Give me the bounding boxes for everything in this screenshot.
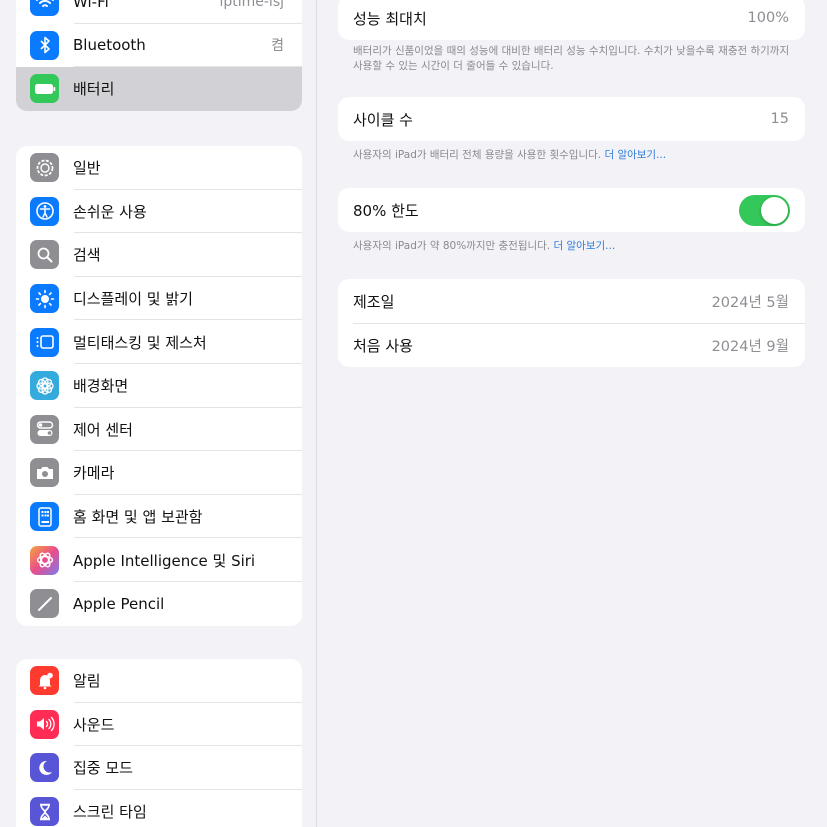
cycle-count-value: 15 [770, 111, 789, 127]
cycle-count-card: 사이클 수 15 [338, 97, 805, 141]
max-capacity-label: 성능 최대치 [353, 9, 427, 28]
sidebar-item-display[interactable]: 디스플레이 및 밝기 [16, 277, 302, 321]
sidebar-item-label: Bluetooth [73, 36, 146, 55]
apple-intelligence-icon [30, 545, 59, 575]
settings-sidebar: Wi-Fi iptime-isj Bluetooth 켬 배터리 일반 손쉬운 … [0, 0, 317, 827]
toggle-knob [761, 196, 788, 224]
cycle-count-row: 사이클 수 15 [338, 97, 805, 141]
connectivity-group: Wi-Fi iptime-isj Bluetooth 켬 배터리 [16, 0, 302, 111]
sidebar-item-label: 카메라 [73, 464, 115, 483]
sidebar-item-label: 디스플레이 및 밝기 [73, 290, 193, 309]
battery-detail-pane: 성능 최대치 100% 배터리가 신품이었을 때의 성능에 대비한 배터리 성능… [318, 0, 827, 827]
sidebar-item-home-screen[interactable]: 홈 화면 및 앱 보관함 [16, 495, 302, 539]
max-capacity-row: 성능 최대치 100% [338, 0, 805, 40]
brightness-icon [30, 284, 59, 314]
sidebar-item-label: 집중 모드 [73, 759, 133, 778]
sidebar-item-label: Apple Intelligence 및 Siri [73, 551, 256, 570]
hourglass-icon [30, 797, 59, 827]
sidebar-item-label: 배터리 [73, 80, 115, 99]
pencil-icon [30, 589, 59, 619]
manufacture-date-row: 제조일 2024년 5월 [338, 279, 805, 323]
wallpaper-icon [30, 371, 59, 401]
sidebar-item-sounds[interactable]: 사운드 [16, 703, 302, 747]
sidebar-item-label: 홈 화면 및 앱 보관함 [73, 508, 203, 527]
search-icon [30, 240, 59, 270]
general-group: 일반 손쉬운 사용 검색 디스플레이 및 밝기 멀티태스킹 및 제스처 배경화면… [16, 146, 302, 626]
sidebar-item-focus[interactable]: 집중 모드 [16, 746, 302, 790]
sidebar-item-camera[interactable]: 카메라 [16, 451, 302, 495]
sidebar-item-apple-pencil[interactable]: Apple Pencil [16, 582, 302, 626]
control-center-icon [30, 414, 59, 444]
first-use-label: 처음 사용 [353, 336, 413, 355]
sidebar-item-label: 알림 [73, 672, 101, 691]
max-capacity-value: 100% [747, 10, 789, 26]
notifications-group: 알림 사운드 집중 모드 스크린 타임 [16, 659, 302, 827]
sidebar-item-control-center[interactable]: 제어 센터 [16, 408, 302, 452]
sidebar-item-label: 스크린 타임 [73, 803, 147, 822]
sidebar-item-screen-time[interactable]: 스크린 타임 [16, 790, 302, 827]
manufacture-date-label: 제조일 [353, 292, 395, 311]
sidebar-item-bluetooth[interactable]: Bluetooth 켬 [16, 24, 302, 68]
sidebar-item-search[interactable]: 검색 [16, 233, 302, 277]
gear-icon [30, 153, 59, 183]
dates-card: 제조일 2024년 5월 처음 사용 2024년 9월 [338, 279, 805, 367]
charge-limit-note: 사용자의 iPad가 약 80%까지만 충전됩니다. [353, 240, 551, 252]
learn-more-link[interactable]: 더 알아보기... [554, 240, 616, 252]
sidebar-item-notifications[interactable]: 알림 [16, 659, 302, 703]
sidebar-item-general[interactable]: 일반 [16, 146, 302, 190]
sidebar-item-label: Wi-Fi [73, 0, 109, 11]
first-use-value: 2024년 9월 [711, 338, 789, 355]
sidebar-item-accessibility[interactable]: 손쉬운 사용 [16, 190, 302, 234]
sidebar-item-label: 검색 [73, 246, 101, 265]
charge-limit-label: 80% 한도 [353, 201, 419, 220]
cycle-count-label: 사이클 수 [353, 110, 413, 129]
first-use-row: 처음 사용 2024년 9월 [338, 323, 805, 367]
sidebar-item-label: 제어 센터 [73, 420, 133, 439]
sidebar-item-wallpaper[interactable]: 배경화면 [16, 364, 302, 408]
moon-icon [30, 753, 59, 783]
speaker-icon [30, 709, 59, 739]
multitasking-icon [30, 327, 59, 357]
sidebar-item-label: 배경화면 [73, 377, 129, 396]
sidebar-item-label: 일반 [73, 159, 101, 178]
sidebar-item-apple-intelligence[interactable]: Apple Intelligence 및 Siri [16, 538, 302, 582]
learn-more-link[interactable]: 더 알아보기... [604, 149, 666, 161]
sidebar-item-battery[interactable]: 배터리 [16, 67, 302, 111]
charge-limit-row: 80% 한도 [338, 188, 805, 232]
accessibility-icon [30, 196, 59, 226]
battery-icon [30, 74, 59, 104]
sidebar-item-label: 손쉬운 사용 [73, 202, 147, 221]
charge-limit-footnote: 사용자의 iPad가 약 80%까지만 충전됩니다. 더 알아보기... [353, 239, 793, 254]
sidebar-item-multitasking[interactable]: 멀티태스킹 및 제스처 [16, 320, 302, 364]
wifi-network-value: iptime-isj [219, 0, 284, 10]
home-screen-icon [30, 502, 59, 532]
charge-limit-toggle[interactable] [739, 194, 790, 226]
bluetooth-status-value: 켬 [271, 38, 284, 55]
sidebar-item-label: 사운드 [73, 715, 115, 734]
sidebar-item-wifi[interactable]: Wi-Fi iptime-isj [16, 0, 302, 24]
wifi-icon [30, 0, 59, 17]
max-capacity-footnote: 배터리가 신품이었을 때의 성능에 대비한 배터리 성능 수치입니다. 수치가 … [353, 45, 790, 72]
cycle-count-footnote: 사용자의 iPad가 배터리 전체 용량을 사용한 횟수입니다. 더 알아보기.… [353, 148, 793, 163]
manufacture-date-value: 2024년 5월 [711, 294, 789, 311]
sidebar-item-label: Apple Pencil [73, 594, 165, 613]
charge-limit-card: 80% 한도 [338, 188, 805, 232]
bell-icon [30, 666, 59, 696]
bluetooth-icon [30, 30, 59, 60]
sidebar-item-label: 멀티태스킹 및 제스처 [73, 333, 207, 352]
max-capacity-card: 성능 최대치 100% [338, 0, 805, 40]
cycle-count-note: 사용자의 iPad가 배터리 전체 용량을 사용한 횟수입니다. [353, 149, 602, 161]
camera-icon [30, 458, 59, 488]
